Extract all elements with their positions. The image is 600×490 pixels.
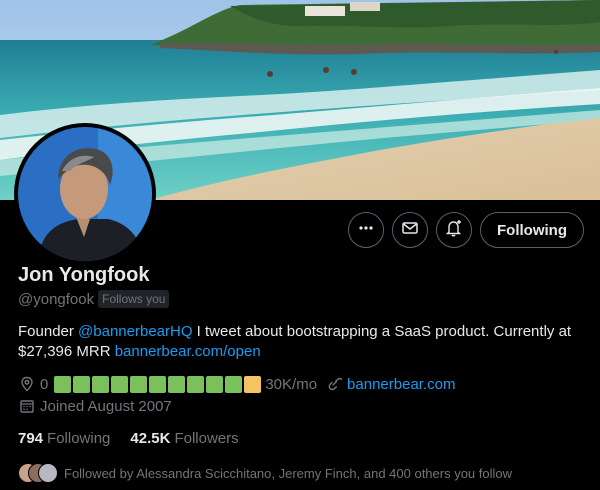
followers-count: 42.5K	[130, 430, 171, 447]
bio-url-link[interactable]: bannerbear.com/open	[115, 343, 261, 360]
profile-avatar[interactable]	[14, 123, 156, 265]
message-button[interactable]	[392, 212, 429, 248]
bio-text-1: Founder	[18, 323, 79, 340]
bell-plus-icon	[444, 218, 464, 243]
progress-label: 30K/mo	[265, 375, 318, 393]
joined-row: Joined August 2007	[18, 396, 588, 416]
followers-count-label: Followers	[174, 430, 239, 447]
progress-segment	[130, 375, 148, 393]
progress-segment	[149, 375, 167, 393]
more-horizontal-icon	[357, 219, 375, 242]
following-count-label: Following	[47, 430, 111, 447]
notify-button[interactable]	[436, 212, 473, 248]
website-link[interactable]: bannerbear.com	[347, 376, 455, 393]
following-button[interactable]: Following	[480, 212, 584, 248]
progress-segment	[92, 375, 110, 393]
more-button[interactable]	[348, 212, 385, 248]
progress-segment	[168, 375, 186, 393]
envelope-icon	[401, 219, 419, 242]
profile-info: Jon Yongfook @yongfook Follows you Found…	[18, 262, 588, 483]
follower-avatars	[18, 463, 58, 483]
progress-segment	[244, 375, 262, 393]
progress-segment	[54, 375, 72, 393]
progress-segment	[225, 375, 243, 393]
profile-name: Jon Yongfook	[18, 264, 150, 286]
follows-you-badge: Follows you	[98, 290, 170, 308]
link-icon	[325, 375, 343, 393]
profile-actions: Following	[348, 212, 584, 248]
following-count-link[interactable]: 794 Following	[18, 430, 110, 447]
joined-text: Joined August 2007	[40, 397, 172, 415]
bio-mention-link[interactable]: @bannerbearHQ	[78, 323, 192, 340]
following-count: 794	[18, 430, 44, 447]
followed-by-row[interactable]: Followed by Alessandra Scicchitano, Jere…	[18, 463, 588, 483]
follower-avatar	[38, 463, 58, 483]
avatar-photo	[18, 127, 152, 261]
followed-by-text: Followed by Alessandra Scicchitano, Jere…	[64, 465, 513, 481]
profile-bio: Founder @bannerbearHQ I tweet about boot…	[18, 322, 588, 362]
followers-count-link[interactable]: 42.5K Followers	[130, 430, 238, 447]
location-text: 0	[40, 375, 49, 393]
profile-meta-row: 0 30K/mo bannerbear.com	[18, 374, 588, 394]
calendar-icon	[18, 397, 36, 415]
progress-segment	[111, 375, 129, 393]
progress-segment	[187, 375, 205, 393]
location-pin-icon	[18, 375, 36, 393]
mrr-progress-bar	[54, 375, 262, 393]
profile-handle: @yongfook	[18, 290, 95, 308]
follow-counts: 794 Following 42.5K Followers	[18, 430, 588, 447]
progress-segment	[206, 375, 224, 393]
progress-segment	[73, 375, 91, 393]
